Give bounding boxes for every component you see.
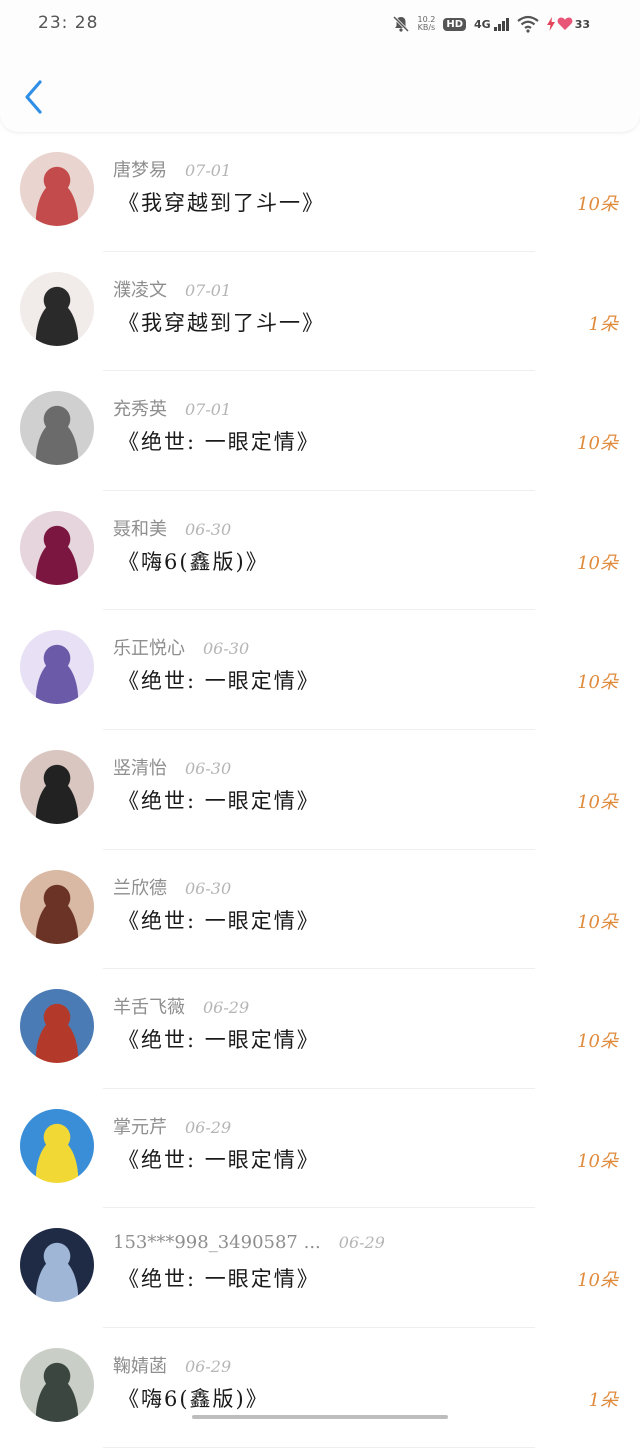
avatar[interactable] xyxy=(20,749,94,824)
gift-date: 06-29 xyxy=(185,1117,232,1137)
sender-line: 鞠婧菡 06-29 xyxy=(113,1352,231,1378)
book-title: 《绝世: 一眼定情》 xyxy=(118,908,320,933)
sender-name: 兰欣德 xyxy=(113,877,167,899)
avatar[interactable] xyxy=(20,391,94,466)
sender-name: 乐正悦心 xyxy=(113,638,185,660)
sender-name: 竖清怡 xyxy=(113,757,167,779)
sender-name: 羊舌飞薇 xyxy=(113,997,185,1019)
avatar[interactable] xyxy=(20,1108,94,1183)
gift-date: 06-29 xyxy=(338,1233,385,1253)
book-title: 《我穿越到了斗一》 xyxy=(118,191,325,215)
gift-date: 06-30 xyxy=(185,758,232,778)
gift-date: 07-01 xyxy=(185,161,232,180)
gift-amount: 1朵 xyxy=(588,313,618,335)
gift-amount: 10朵 xyxy=(577,433,618,455)
sender-line: 乐正悦心 06-30 xyxy=(113,634,249,660)
list-item[interactable]: 聂和美 06-30 《嗨6(鑫版)》 10朵 xyxy=(0,491,640,611)
gift-amount: 10朵 xyxy=(577,672,618,694)
network-speed-unit: KB/s xyxy=(417,23,436,32)
gift-amount: 10朵 xyxy=(577,791,618,813)
book-title: 《嗨6(鑫版)》 xyxy=(118,549,269,574)
status-time: 23: 28 xyxy=(38,13,99,33)
book-title: 《绝世: 一眼定情》 xyxy=(118,788,320,813)
sender-name: 153***998_3490587 ... xyxy=(113,1232,321,1254)
book-title: 《绝世: 一眼定情》 xyxy=(118,430,320,455)
charging-bolt-icon xyxy=(546,17,555,31)
list-item[interactable]: 乐正悦心 06-30 《绝世: 一眼定情》 10朵 xyxy=(0,610,640,730)
network-speed: 10.2 KB/s xyxy=(418,16,436,32)
avatar[interactable] xyxy=(20,1347,94,1422)
sender-line: 充秀英 07-01 xyxy=(113,395,231,421)
signal-bars-icon xyxy=(493,17,509,31)
gift-amount: 10朵 xyxy=(577,911,618,933)
hd-badge: HD xyxy=(443,17,466,31)
back-button[interactable] xyxy=(20,78,50,116)
mute-bell-icon xyxy=(392,15,409,33)
battery: 33 xyxy=(546,17,590,31)
gift-date: 07-01 xyxy=(185,280,232,300)
avatar[interactable] xyxy=(20,1228,94,1303)
list-item[interactable]: 羊舌飞薇 06-29 《绝世: 一眼定情》 10朵 xyxy=(0,969,640,1089)
sender-line: 濮凌文 07-01 xyxy=(113,276,231,302)
gift-amount: 10朵 xyxy=(577,1150,618,1172)
book-title: 《绝世: 一眼定情》 xyxy=(118,1147,320,1172)
network-type: 4G xyxy=(474,17,491,31)
wifi-icon xyxy=(517,15,539,33)
battery-heart-icon xyxy=(557,17,573,30)
gift-date: 06-29 xyxy=(203,998,250,1018)
gift-date: 06-30 xyxy=(203,639,250,659)
list-item[interactable]: 鞠婧菡 06-29 《嗨6(鑫版)》 1朵 xyxy=(0,1328,640,1448)
avatar[interactable] xyxy=(20,989,94,1064)
avatar[interactable] xyxy=(20,271,94,346)
gift-amount: 1朵 xyxy=(588,1389,618,1411)
book-title: 《嗨6(鑫版)》 xyxy=(118,1386,269,1411)
gift-amount: 10朵 xyxy=(577,194,618,215)
gift-amount: 10朵 xyxy=(577,1031,618,1053)
sender-name: 聂和美 xyxy=(113,518,167,540)
book-title: 《绝世: 一眼定情》 xyxy=(118,1028,320,1053)
gift-amount: 10朵 xyxy=(577,552,618,574)
gift-date: 07-01 xyxy=(185,400,232,420)
gift-date: 06-30 xyxy=(185,878,232,898)
gift-date: 06-29 xyxy=(185,1356,232,1376)
avatar[interactable] xyxy=(20,869,94,944)
status-bar: 23: 28 10.2 KB/s HD 4G 33 xyxy=(0,0,640,48)
list-item[interactable]: 掌元芹 06-29 《绝世: 一眼定情》 10朵 xyxy=(0,1089,640,1209)
battery-level: 33 xyxy=(574,17,590,31)
cellular-signal: 4G xyxy=(474,17,509,31)
gift-record-list: 唐梦易 07-01 《我穿越到了斗一》 10朵 濮凌文 07-01 《我穿越到了斗一》 1朵充… xyxy=(0,132,640,1448)
avatar[interactable] xyxy=(20,510,94,585)
list-item[interactable]: 153***998_3490587 ... 06-29 《绝世: 一眼定情》 10朵 xyxy=(0,1208,640,1328)
sender-name: 濮凌文 xyxy=(113,279,167,301)
sender-line: 兰欣德 06-30 xyxy=(113,874,231,900)
sender-name: 掌元芹 xyxy=(113,1116,167,1138)
list-item[interactable]: 兰欣德 06-30 《绝世: 一眼定情》 10朵 xyxy=(0,850,640,970)
sender-line: 153***998_3490587 ... 06-29 xyxy=(113,1232,385,1253)
sender-line: 竖清怡 06-30 xyxy=(113,754,231,780)
list-item[interactable]: 充秀英 07-01 《绝世: 一眼定情》 10朵 xyxy=(0,371,640,491)
top-header: 23: 28 10.2 KB/s HD 4G 33 xyxy=(0,0,640,132)
chevron-left-icon xyxy=(25,80,42,114)
avatar[interactable] xyxy=(20,630,94,705)
sender-name: 鞠婧菡 xyxy=(113,1355,167,1377)
home-indicator[interactable] xyxy=(192,1415,448,1419)
book-title: 《绝世: 一眼定情》 xyxy=(118,669,320,694)
book-title: 《我穿越到了斗一》 xyxy=(118,310,325,335)
gift-date: 06-30 xyxy=(185,519,232,539)
list-item[interactable]: 竖清怡 06-30 《绝世: 一眼定情》 10朵 xyxy=(0,730,640,850)
book-title: 《绝世: 一眼定情》 xyxy=(118,1267,320,1292)
sender-name: 唐梦易 xyxy=(113,160,167,181)
sender-line: 羊舌飞薇 06-29 xyxy=(113,993,249,1019)
gift-amount: 10朵 xyxy=(577,1270,618,1292)
sender-line: 聂和美 06-30 xyxy=(113,515,231,541)
sender-line: 掌元芹 06-29 xyxy=(113,1113,231,1139)
status-icons: 10.2 KB/s HD 4G 33 xyxy=(392,12,590,36)
row-divider xyxy=(103,1446,535,1448)
avatar[interactable] xyxy=(20,152,94,226)
list-item[interactable]: 唐梦易 07-01 《我穿越到了斗一》 10朵 xyxy=(0,132,640,252)
sender-line: 唐梦易 07-01 xyxy=(113,156,231,182)
list-item[interactable]: 濮凌文 07-01 《我穿越到了斗一》 1朵 xyxy=(0,252,640,372)
sender-name: 充秀英 xyxy=(113,399,167,421)
